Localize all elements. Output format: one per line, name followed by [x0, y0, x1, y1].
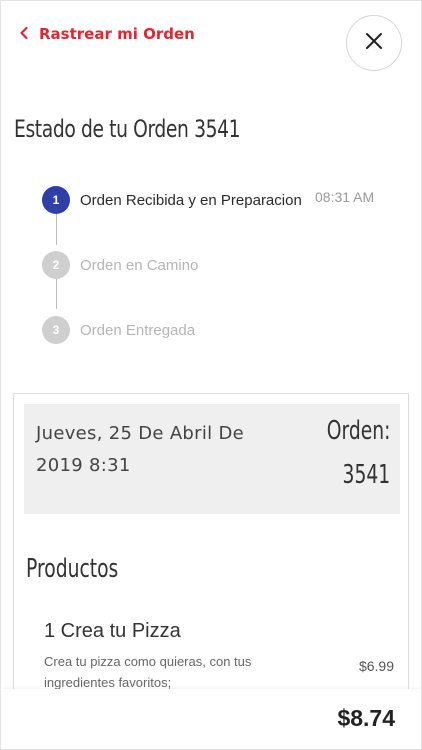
- step-connector: [56, 279, 57, 309]
- order-total: $8.74: [337, 705, 395, 731]
- products-heading: Productos: [26, 554, 119, 584]
- close-icon: [365, 32, 383, 55]
- page-title: Estado de tu Orden 3541: [14, 115, 241, 143]
- product-name: 1 Crea tu Pizza: [44, 620, 181, 642]
- order-date: Jueves, 25 De Abril De 2019 8:31: [36, 423, 245, 476]
- product-price: $6.99: [358, 658, 394, 674]
- chevron-left-icon: [19, 26, 29, 43]
- order-summary-header: Jueves, 25 De Abril De 2019 8:31 Orden: …: [24, 404, 400, 514]
- status-step-on-the-way: 2 Orden en Camino: [42, 251, 198, 279]
- step-number: 2: [42, 251, 70, 279]
- close-button[interactable]: [346, 15, 402, 71]
- back-button[interactable]: Rastrear mi Orden: [19, 25, 195, 43]
- step-number: 1: [42, 186, 70, 214]
- total-bar: $8.74: [1, 689, 421, 749]
- status-step-delivered: 3 Orden Entregada: [42, 316, 195, 344]
- step-connector: [56, 213, 57, 245]
- step-label: Orden Entregada: [80, 321, 196, 339]
- order-tracking-screen: Rastrear mi Orden Estado de tu Orden 354…: [0, 0, 422, 750]
- step-label: Orden en Camino: [80, 256, 199, 274]
- order-label: Orden:: [326, 416, 390, 446]
- step-number: 3: [42, 316, 70, 344]
- product-description: Crea tu pizza como quieras, con tus ingr…: [44, 654, 252, 690]
- step-label: Orden Recibida y en Preparacion: [80, 191, 302, 209]
- order-number: 3541: [342, 460, 390, 490]
- status-step-received: 1 Orden Recibida y en Preparacion: [42, 186, 302, 214]
- back-button-label: Rastrear mi Orden: [39, 25, 195, 43]
- step-time: 08:31 AM: [315, 189, 375, 205]
